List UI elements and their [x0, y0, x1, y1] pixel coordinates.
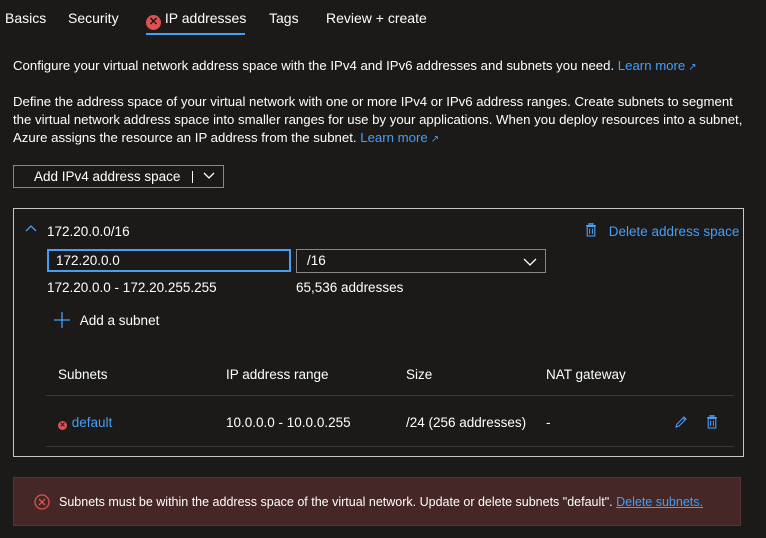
error-banner: Subnets must be within the address space… — [13, 477, 741, 526]
subnet-name-link: default — [71, 415, 113, 430]
delete-address-space-label: Delete address space — [608, 224, 740, 239]
prefix-select-value: /16 — [307, 253, 326, 268]
tab-ip-addresses[interactable]: ✕ IP addresses — [146, 10, 246, 30]
description-learn-more-link[interactable]: Learn more — [360, 130, 427, 145]
external-link-icon: ↗ — [430, 134, 440, 145]
chevron-down-icon[interactable] — [202, 169, 216, 183]
address-space-input-value: 172.20.0.0 — [56, 253, 120, 268]
error-banner-message: Subnets must be within the address space… — [59, 495, 703, 509]
subnet-range-cell: 10.0.0.0 - 10.0.0.255 — [226, 415, 351, 430]
address-range-text: 172.20.0.0 - 172.20.255.255 — [47, 280, 217, 295]
address-space-title: 172.20.0.0/16 — [47, 224, 130, 239]
error-banner-text: Subnets must be within the address space… — [59, 495, 613, 509]
delete-address-space-button[interactable]: Delete address space — [585, 222, 740, 239]
delete-subnets-link[interactable]: Delete subnets. — [616, 495, 703, 509]
external-link-icon: ↗ — [688, 62, 697, 73]
prefix-select[interactable]: /16 — [296, 249, 546, 273]
tab-review-create[interactable]: Review + create — [326, 10, 427, 26]
column-header-nat-gateway: NAT gateway — [546, 367, 626, 382]
trash-icon[interactable] — [706, 415, 718, 429]
column-header-ip-range: IP address range — [226, 367, 329, 382]
subnet-nat-cell: - — [546, 415, 551, 430]
subnet-size-cell: /24 (256 addresses) — [406, 415, 527, 430]
error-icon: ✕ — [146, 15, 161, 30]
tab-ip-addresses-label: IP addresses — [164, 10, 247, 26]
table-header-divider — [46, 395, 734, 396]
error-circle-icon — [34, 494, 50, 510]
add-subnet-label: Add a subnet — [79, 313, 160, 328]
split-separator — [192, 171, 193, 183]
trash-icon — [586, 222, 596, 237]
tab-bar: Basics Security ✕ IP addresses Tags Revi… — [0, 0, 766, 36]
subnet-name-cell[interactable]: ✕ default — [58, 415, 112, 430]
intro-learn-more-link[interactable]: Learn more — [618, 58, 685, 73]
tab-security[interactable]: Security — [68, 10, 119, 26]
table-row-divider — [46, 446, 734, 447]
chevron-down-icon — [523, 258, 537, 266]
error-icon: ✕ — [58, 421, 67, 430]
description-paragraph: Define the address space of your virtual… — [13, 93, 753, 149]
active-tab-indicator — [146, 33, 245, 35]
column-header-subnets: Subnets — [58, 367, 108, 382]
add-ipv4-address-space-button[interactable]: Add IPv4 address space — [13, 165, 224, 188]
tab-tags[interactable]: Tags — [269, 10, 299, 26]
intro-paragraph: Configure your virtual network address s… — [13, 57, 753, 77]
address-count-text: 65,536 addresses — [296, 280, 404, 295]
intro-text: Configure your virtual network address s… — [13, 58, 615, 73]
tab-basics[interactable]: Basics — [5, 10, 46, 26]
address-space-panel: 172.20.0.0/16 Delete address space 172.2… — [13, 208, 744, 457]
add-ipv4-label: Add IPv4 address space — [34, 169, 181, 184]
add-subnet-button[interactable]: Add a subnet — [54, 312, 159, 328]
edit-icon[interactable] — [674, 415, 688, 429]
plus-icon — [54, 312, 70, 328]
column-header-size: Size — [406, 367, 433, 382]
address-space-input[interactable]: 172.20.0.0 — [47, 249, 291, 272]
chevron-up-icon[interactable] — [24, 223, 38, 233]
